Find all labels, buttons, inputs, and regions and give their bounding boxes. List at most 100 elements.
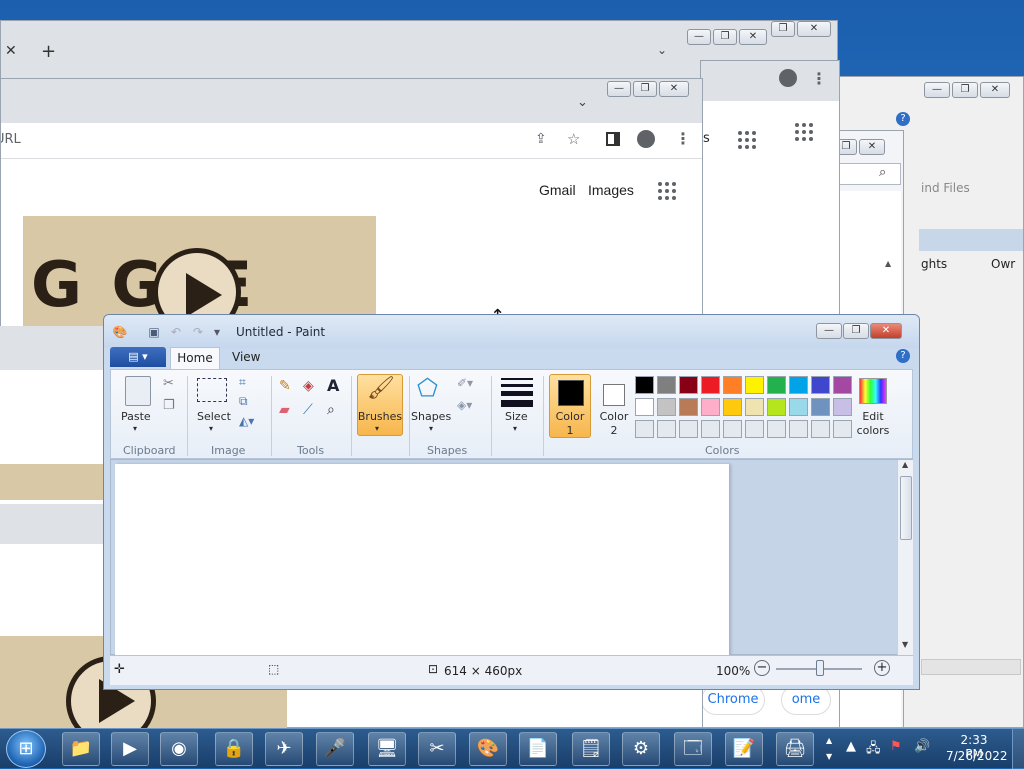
chrome-taskbar-icon[interactable]: ◉ bbox=[160, 732, 198, 766]
volume-icon[interactable]: 🔊 bbox=[914, 739, 930, 754]
close-button[interactable]: ✕ bbox=[859, 139, 885, 155]
new-tab-icon[interactable]: + bbox=[41, 41, 56, 62]
palette-swatch[interactable] bbox=[657, 420, 676, 438]
tab-search-chevron-icon[interactable]: ⌄ bbox=[577, 95, 588, 110]
snipping-tool-taskbar-icon[interactable]: ✂ bbox=[418, 732, 456, 766]
tab-search-chevron-icon[interactable]: ⌄ bbox=[657, 43, 667, 57]
search-box[interactable] bbox=[835, 163, 901, 185]
omnibox[interactable]: URL bbox=[1, 132, 21, 147]
palette-swatch[interactable] bbox=[701, 376, 720, 394]
paint-taskbar-icon[interactable]: 🎨 bbox=[469, 732, 507, 766]
help-icon[interactable]: ? bbox=[896, 112, 910, 126]
outline-icon[interactable]: ✐▾ bbox=[457, 376, 473, 390]
eraser-icon[interactable]: ▰ bbox=[279, 402, 290, 418]
palette-swatch[interactable] bbox=[723, 376, 742, 394]
clock-date[interactable]: 7/26/2022 bbox=[946, 749, 1008, 763]
recorder-taskbar-icon[interactable]: 🎤 bbox=[316, 732, 354, 766]
messenger-taskbar-icon[interactable]: ✈ bbox=[265, 732, 303, 766]
find-files-label[interactable]: ind Files bbox=[921, 181, 970, 195]
palette-swatch[interactable] bbox=[679, 376, 698, 394]
maximize-button-2[interactable]: ❐ bbox=[771, 21, 795, 37]
help-icon[interactable]: ? bbox=[896, 349, 910, 363]
action-center-icon[interactable]: ⚑ bbox=[890, 739, 902, 754]
remote-desktop-taskbar-icon[interactable]: 🖥 bbox=[368, 732, 406, 766]
copy-icon[interactable]: ❐ bbox=[163, 398, 175, 413]
palette-swatch[interactable] bbox=[767, 398, 786, 416]
search-icon[interactable]: ⌕ bbox=[879, 165, 886, 180]
palette-swatch[interactable] bbox=[635, 398, 654, 416]
edit-colors-label[interactable]: Edit bbox=[855, 410, 891, 423]
taskbar-scroll-icon[interactable]: ▲ ▼ bbox=[826, 733, 836, 765]
pencil-icon[interactable]: ✎ bbox=[279, 378, 291, 394]
paste-icon[interactable] bbox=[125, 376, 151, 406]
sticky-notes-taskbar-icon[interactable]: 🗒 bbox=[572, 732, 610, 766]
color-picker-icon[interactable]: ⟋ bbox=[303, 402, 313, 418]
cut-icon[interactable]: ✂ bbox=[163, 376, 174, 391]
crop-icon[interactable]: ⌗ bbox=[239, 375, 246, 390]
size-dropdown-icon[interactable]: ▾ bbox=[513, 424, 517, 433]
close-button[interactable]: ✕ bbox=[659, 81, 689, 97]
scroll-up-arrow[interactable]: ▲ bbox=[885, 259, 891, 268]
projector-taskbar-icon[interactable]: 🖨 bbox=[776, 732, 814, 766]
tab-view[interactable]: View bbox=[232, 350, 260, 364]
paste-dropdown-icon[interactable]: ▾ bbox=[133, 424, 137, 433]
vertical-scrollbar[interactable]: ▲ ▼ bbox=[897, 460, 913, 656]
edit-colors-icon[interactable] bbox=[859, 378, 887, 404]
edit-colors-label-2[interactable]: colors bbox=[855, 424, 891, 437]
palette-swatch[interactable] bbox=[767, 420, 786, 438]
text-icon[interactable]: A bbox=[327, 376, 339, 395]
color2-number[interactable]: 2 bbox=[595, 424, 633, 437]
profile-icon[interactable] bbox=[779, 69, 797, 87]
maximize-button[interactable]: ❐ bbox=[952, 82, 978, 98]
column-rights[interactable]: ghts bbox=[921, 257, 947, 271]
palette-swatch[interactable] bbox=[745, 398, 764, 416]
close-button[interactable]: ✕ bbox=[980, 82, 1010, 98]
security-taskbar-icon[interactable]: 🔒 bbox=[215, 732, 253, 766]
palette-swatch[interactable] bbox=[789, 398, 808, 416]
palette-swatch[interactable] bbox=[811, 420, 830, 438]
zoom-in-icon[interactable]: + bbox=[874, 660, 890, 676]
minimize-button[interactable]: — bbox=[816, 323, 842, 339]
media-taskbar-icon[interactable]: ▶ bbox=[111, 732, 149, 766]
gmail-link[interactable]: Gmail bbox=[539, 182, 576, 198]
palette-swatch[interactable] bbox=[679, 420, 698, 438]
show-hidden-icons[interactable]: ▲ bbox=[846, 739, 856, 754]
select-button[interactable]: Select bbox=[197, 410, 231, 423]
palette-swatch[interactable] bbox=[657, 376, 676, 394]
magnifier-icon[interactable]: ⌕ bbox=[327, 402, 335, 418]
title-bar[interactable] bbox=[104, 315, 919, 348]
undo-icon[interactable]: ↶ bbox=[168, 324, 184, 340]
rotate-icon[interactable]: ◭▾ bbox=[239, 414, 254, 428]
control-panel-taskbar-icon[interactable]: ⚙ bbox=[622, 732, 660, 766]
close-button-2[interactable]: ✕ bbox=[797, 21, 831, 37]
palette-swatch[interactable] bbox=[833, 376, 852, 394]
google-apps-icon[interactable] bbox=[658, 182, 676, 200]
palette-swatch[interactable] bbox=[635, 376, 654, 394]
shapes-button[interactable]: Shapes bbox=[411, 410, 451, 423]
paint-app-icon[interactable]: 🎨 bbox=[112, 324, 128, 340]
close-tab-icon[interactable]: ✕ bbox=[5, 43, 17, 59]
palette-swatch[interactable] bbox=[811, 376, 830, 394]
network-icon[interactable]: 🖧 bbox=[866, 739, 881, 761]
palette-swatch[interactable] bbox=[833, 398, 852, 416]
maximize-button[interactable]: ❐ bbox=[843, 323, 869, 339]
select-icon[interactable] bbox=[197, 378, 227, 402]
profile-icon[interactable] bbox=[637, 130, 655, 148]
close-button[interactable]: ✕ bbox=[870, 323, 902, 339]
palette-swatch[interactable] bbox=[767, 376, 786, 394]
resize-icon[interactable]: ⧉ bbox=[239, 394, 248, 409]
zoom-out-icon[interactable]: − bbox=[754, 660, 770, 676]
redo-icon[interactable]: ↷ bbox=[190, 324, 206, 340]
task-manager-taskbar-icon[interactable]: 🗔 bbox=[674, 732, 712, 766]
maximize-button[interactable]: ❐ bbox=[713, 29, 737, 45]
bookmark-star-icon[interactable]: ☆ bbox=[567, 130, 580, 148]
palette-swatch[interactable] bbox=[745, 420, 764, 438]
share-icon[interactable]: ⇪ bbox=[535, 131, 547, 147]
size-icon[interactable] bbox=[501, 378, 533, 407]
minimize-button[interactable]: — bbox=[687, 29, 711, 45]
customize-qat-icon[interactable]: ▾ bbox=[209, 324, 225, 340]
paint-menu-button[interactable]: ▤ ▾ bbox=[110, 347, 166, 367]
minimize-button[interactable]: — bbox=[924, 82, 950, 98]
palette-swatch[interactable] bbox=[789, 376, 808, 394]
fill-style-icon[interactable]: ◈▾ bbox=[457, 398, 472, 412]
